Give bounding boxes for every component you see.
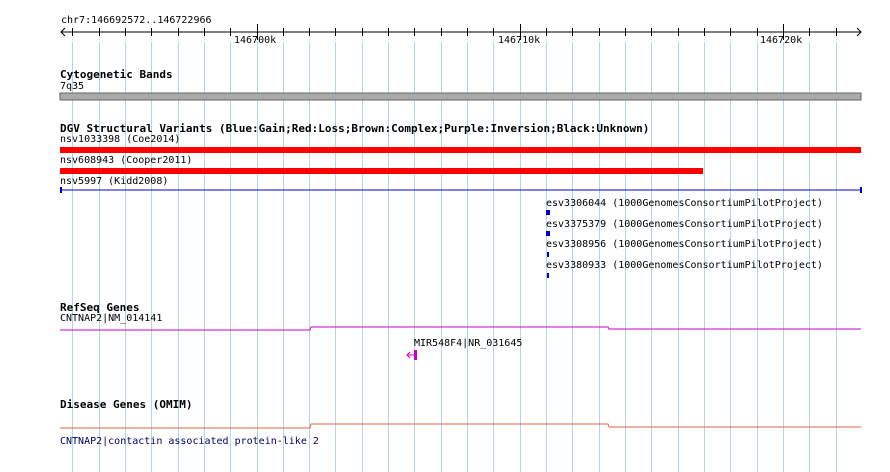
omim-feature-cntnap2[interactable]	[60, 423, 861, 429]
sv-feature-esv3306044[interactable]	[546, 210, 550, 215]
sv-feature-esv3308956[interactable]	[547, 252, 549, 257]
gene-label-mir548f4[interactable]: MIR548F4|NR_031645	[414, 338, 522, 350]
sv-label-nsv5997[interactable]: nsv5997 (Kidd2008)	[60, 176, 168, 188]
sv-label-esv3308956[interactable]: esv3308956 (1000GenomesConsortiumPilotPr…	[546, 239, 823, 251]
track-title-omim[interactable]: Disease Genes (OMIM)	[60, 398, 192, 411]
sv-label-esv3380933[interactable]: esv3380933 (1000GenomesConsortiumPilotPr…	[546, 260, 823, 272]
ruler-range-label: chr7:146692572..146722966	[61, 15, 212, 26]
sv-label-esv3375379[interactable]: esv3375379 (1000GenomesConsortiumPilotPr…	[546, 219, 823, 231]
gene-label-cntnap2[interactable]: CNTNAP2|NM_014141	[60, 313, 162, 325]
ruler-tick-label-1: 146700k	[234, 35, 277, 46]
sv-feature-esv3380933[interactable]	[547, 273, 549, 278]
sv-feature-nsv608943[interactable]	[60, 168, 703, 174]
sv-label-nsv1033398[interactable]: nsv1033398 (Coe2014)	[60, 134, 180, 146]
ruler-tick-label-3: 146720k	[760, 35, 803, 46]
gene-feature-mir548f4[interactable]	[406, 350, 417, 360]
cytoband-label: 7q35	[60, 81, 85, 92]
sv-feature-nsv1033398[interactable]	[60, 147, 861, 153]
cytoband-7q35[interactable]	[59, 92, 862, 101]
sv-feature-nsv5997[interactable]	[60, 187, 862, 193]
track-title-cytogenetic[interactable]: Cytogenetic Bands	[60, 68, 173, 81]
sv-label-nsv608943[interactable]: nsv608943 (Cooper2011)	[60, 155, 192, 167]
sv-label-esv3306044[interactable]: esv3306044 (1000GenomesConsortiumPilotPr…	[546, 198, 823, 210]
ruler-tick-label-2: 146710k	[498, 35, 541, 46]
gene-feature-cntnap2[interactable]	[60, 326, 861, 331]
omim-label-cntnap2[interactable]: CNTNAP2|contactin associated protein-lik…	[60, 436, 319, 448]
sv-feature-esv3375379[interactable]	[546, 231, 550, 236]
